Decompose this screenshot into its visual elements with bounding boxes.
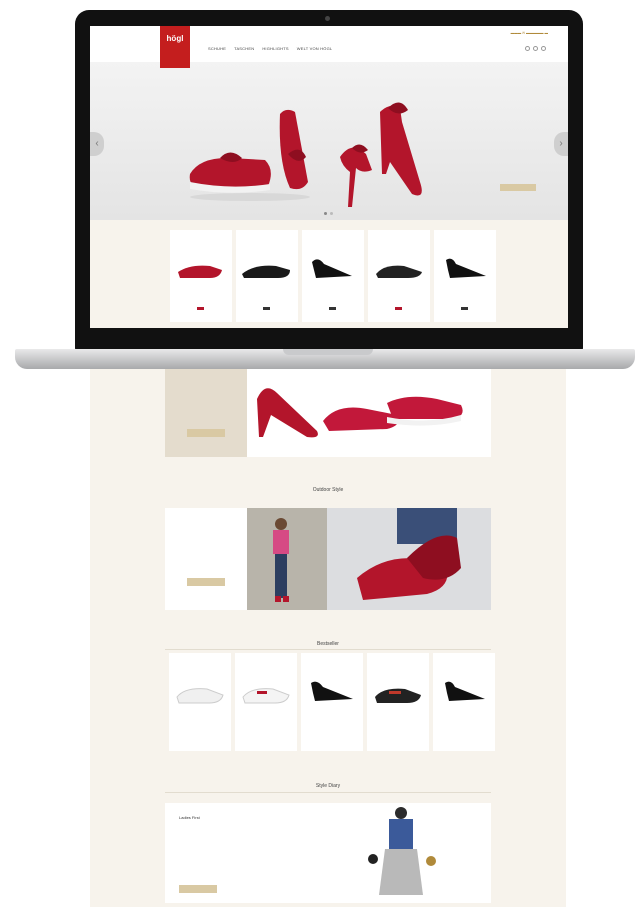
color-swatch[interactable] <box>461 307 468 310</box>
hero-cta-button[interactable] <box>500 184 536 191</box>
promo-cta-button[interactable] <box>187 429 225 437</box>
bestseller-card[interactable] <box>301 653 363 751</box>
page-below-laptop: Outdoor Style Bestseller Style Diary Lad… <box>90 369 566 907</box>
outdoor-cta-button[interactable] <box>187 578 225 586</box>
hero-shoes-image <box>189 102 422 207</box>
promo-text-panel <box>165 369 247 457</box>
color-swatch[interactable] <box>197 307 204 310</box>
outdoor-photo-closeup <box>327 508 491 610</box>
section-title-outdoor: Outdoor Style <box>312 487 344 493</box>
promo-banner <box>165 369 491 457</box>
hero-next-arrow[interactable]: › <box>554 132 568 156</box>
nav-item-shoes[interactable]: SCHUHE <box>208 46 226 51</box>
laptop-screen: högl SCHUHE TASCHEN HIGHLIGHTS WELT VON … <box>90 26 568 328</box>
product-card[interactable] <box>434 230 496 322</box>
pagination-dot[interactable] <box>330 212 333 215</box>
outdoor-photo-model <box>247 508 327 610</box>
pagination-dot[interactable] <box>324 212 327 215</box>
nav-item-bags[interactable]: TASCHEN <box>234 46 254 51</box>
product-image <box>311 681 353 701</box>
site-header: högl SCHUHE TASCHEN HIGHLIGHTS WELT VON … <box>90 26 568 68</box>
product-image <box>375 688 421 703</box>
bestseller-card[interactable] <box>235 653 297 751</box>
hero-pagination <box>324 212 333 215</box>
nav-item-highlights[interactable]: HIGHLIGHTS <box>262 46 288 51</box>
promo-shoes-image <box>257 388 463 438</box>
style-cta-button[interactable] <box>179 885 217 893</box>
hero-banner: ‹ › <box>90 62 568 220</box>
cart-icon[interactable] <box>541 46 546 51</box>
account-icon[interactable] <box>525 46 530 51</box>
top-links[interactable]: ▬▬▬ ✉ ▬▬▬▬▬ ▬ <box>511 31 548 35</box>
color-swatch[interactable] <box>263 307 270 310</box>
color-swatch[interactable] <box>329 307 336 310</box>
section-title-bestseller: Bestseller <box>317 641 339 647</box>
bestseller-card[interactable] <box>367 653 429 751</box>
nav-item-world[interactable]: WELT VON HÖGL <box>297 46 333 51</box>
product-card[interactable] <box>236 230 298 322</box>
product-strip <box>90 220 568 328</box>
bestseller-card[interactable] <box>169 653 231 751</box>
color-swatch[interactable] <box>395 307 402 310</box>
product-card[interactable] <box>302 230 364 322</box>
product-card[interactable] <box>170 230 232 322</box>
product-image <box>178 265 222 278</box>
product-image <box>376 265 422 278</box>
product-image <box>242 688 290 704</box>
style-heading: Ladies First <box>179 815 200 820</box>
product-image <box>445 681 485 701</box>
section-title-style: Style Diary <box>315 783 341 789</box>
main-nav: SCHUHE TASCHEN HIGHLIGHTS WELT VON HÖGL <box>208 46 332 51</box>
style-outfit-image <box>368 807 436 895</box>
wishlist-icon[interactable] <box>533 46 538 51</box>
product-card[interactable] <box>368 230 430 322</box>
section-divider <box>165 792 491 793</box>
section-divider <box>165 649 491 650</box>
outdoor-text-panel <box>165 508 247 610</box>
webcam-icon <box>325 16 330 21</box>
product-image <box>176 688 224 704</box>
product-image <box>446 258 486 278</box>
model-figure <box>273 518 289 602</box>
product-image <box>312 259 352 278</box>
bestseller-card[interactable] <box>433 653 495 751</box>
bestseller-row <box>165 653 495 753</box>
header-icons <box>525 46 546 51</box>
style-diary-box: Ladies First <box>165 803 491 903</box>
outdoor-banner <box>165 508 491 610</box>
brand-logo[interactable]: högl <box>160 26 190 68</box>
product-image <box>242 265 290 278</box>
closeup-image <box>357 508 461 600</box>
laptop-notch <box>283 349 373 355</box>
